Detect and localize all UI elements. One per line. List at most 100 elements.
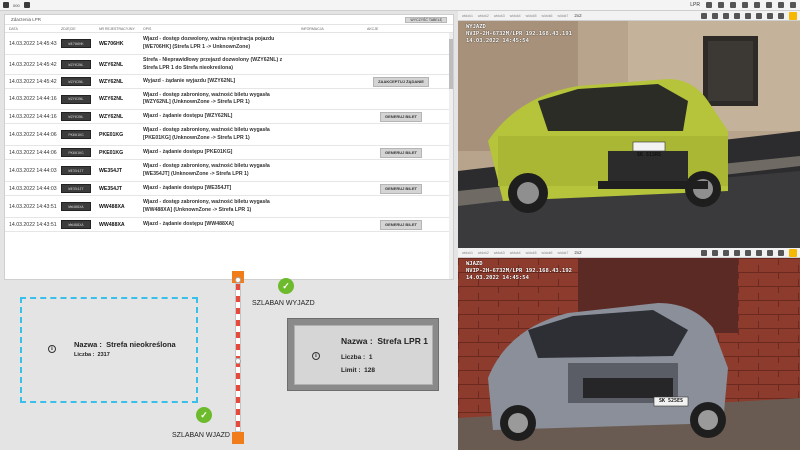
snapshot-icon[interactable] [756, 12, 762, 19]
volume-icon[interactable] [745, 12, 751, 19]
event-row[interactable]: 14.03.2022 14:44:03 WE354JT WE354JT Wjazd -… [5, 182, 453, 196]
column-date[interactable]: DATA [5, 27, 61, 31]
column-actions[interactable]: AKCJE [367, 27, 447, 31]
event-photo[interactable]: WZY62NL [61, 60, 99, 69]
view-tab[interactable]: widok2 [478, 251, 489, 255]
event-action-button[interactable]: ZAAKCEPTUJ ŻĄDANIE [373, 76, 429, 87]
entry-barrier-arm[interactable] [235, 360, 241, 432]
menu-icon[interactable] [23, 2, 30, 8]
lpr-view-icon[interactable] [789, 248, 797, 257]
grid-icon[interactable] [706, 2, 712, 8]
settings-icon[interactable] [778, 12, 784, 19]
plate-photo[interactable]: PK601KG [61, 148, 91, 157]
event-photo[interactable]: WW488XA [61, 202, 99, 211]
volume-icon[interactable] [745, 249, 751, 256]
exit-barrier-arm[interactable] [235, 283, 241, 359]
event-photo[interactable]: WE706HK [61, 39, 99, 48]
event-row[interactable]: 14.03.2022 14:45:42 WZY62NL WZY62NL Wyjazd … [5, 75, 453, 89]
chevron-down-icon[interactable] [701, 12, 707, 19]
close-icon[interactable] [790, 2, 796, 8]
scrollbar-thumb[interactable] [449, 39, 453, 89]
plate-photo[interactable]: WW488XA [61, 220, 91, 229]
user-icon[interactable] [754, 2, 760, 8]
chart-icon[interactable] [742, 2, 748, 8]
plate-photo[interactable]: WZY62NL [61, 94, 91, 104]
event-photo[interactable]: WZY62NL [61, 94, 99, 104]
event-action-button[interactable]: GENERUJ BILET [379, 111, 422, 122]
play-icon[interactable] [723, 249, 729, 256]
event-photo[interactable]: PK601KG [61, 130, 99, 139]
zone-unknown-area[interactable] [20, 297, 198, 403]
plate-photo[interactable]: WE706HK [61, 39, 91, 48]
rewind-icon[interactable] [712, 249, 718, 256]
view-tab[interactable]: widok4 [510, 251, 521, 255]
plate-photo[interactable]: WZY62NL [61, 60, 91, 69]
layout-selector[interactable]: 2x2 [574, 13, 581, 18]
event-row[interactable]: 14.03.2022 14:43:51 WW488XA WW488XA Wjazd -… [5, 218, 453, 232]
event-photo[interactable]: PK601KG [61, 148, 99, 157]
column-info[interactable]: INFORMACJA [301, 27, 367, 31]
event-action-button[interactable]: GENERUJ BILET [379, 183, 422, 194]
view-tab[interactable]: widok4 [510, 14, 521, 18]
event-row[interactable]: 14.03.2022 14:44:16 WZY62NL WZY62NL Wjazd -… [5, 89, 453, 110]
event-row[interactable]: 14.03.2022 14:44:03 WE354JT WE354JT Wjazd -… [5, 160, 453, 182]
view-tab[interactable]: widok7 [557, 14, 568, 18]
forward-icon[interactable] [734, 249, 740, 256]
event-photo[interactable]: WZY62NL [61, 112, 99, 121]
chevron-down-icon[interactable] [701, 249, 707, 256]
event-action-button[interactable]: GENERUJ BILET [379, 147, 422, 158]
gear-icon[interactable] [766, 2, 772, 8]
event-row[interactable]: 14.03.2022 14:45:43 WE706HK WE706HK Wjazd -… [5, 33, 453, 55]
clear-table-button[interactable]: WYCZYŚĆ TABELĘ [405, 17, 447, 23]
info-icon[interactable]: i [312, 352, 320, 360]
event-row[interactable]: 14.03.2022 14:45:42 WZY62NL WZY62NL Strefa … [5, 55, 453, 75]
view-tab[interactable]: widok5 [526, 251, 537, 255]
folder-icon[interactable] [730, 2, 736, 8]
save-icon[interactable] [718, 2, 724, 8]
view-tab[interactable]: widok2 [478, 14, 489, 18]
play-icon[interactable] [723, 12, 729, 19]
event-photo[interactable]: WE354JT [61, 184, 99, 193]
view-tab[interactable]: widok3 [494, 251, 505, 255]
lpr-view-icon[interactable] [789, 11, 797, 20]
plate-photo[interactable]: WZY62NL [61, 77, 91, 86]
plate-photo[interactable]: WE354JT [61, 166, 91, 175]
event-row[interactable]: 14.03.2022 14:44:06 PK601KG PKE01KG Wjazd -… [5, 146, 453, 160]
window-icon[interactable] [778, 2, 784, 8]
forward-icon[interactable] [734, 12, 740, 19]
column-description[interactable]: OPIS [143, 27, 301, 31]
camera-2-view[interactable]: SK 525ES WJAZD NVIP-2H-6732M/LPR 192.168… [458, 258, 800, 450]
settings-icon[interactable] [778, 249, 784, 256]
zone-lpr1-area[interactable]: i Nazwa : Strefa LPR 1 Liczba : 1 Limit … [287, 318, 439, 391]
event-row[interactable]: 14.03.2022 14:44:16 WZY62NL WZY62NL Wjazd -… [5, 110, 453, 124]
event-action-button[interactable]: GENERUJ BILET [379, 219, 422, 230]
event-row[interactable]: 14.03.2022 14:43:51 WW488XA WW488XA Wjazd -… [5, 196, 453, 218]
camera-1-view[interactable]: SK 515RS WYJAZD NVIP-2H-6732M/LPR 192.16… [458, 21, 800, 248]
plate-photo[interactable]: WE354JT [61, 184, 91, 193]
view-tab[interactable]: widok3 [494, 14, 505, 18]
event-photo[interactable]: WW488XA [61, 220, 99, 229]
view-tab[interactable]: widok1 [462, 251, 473, 255]
home-icon[interactable] [3, 2, 9, 8]
record-icon[interactable] [767, 249, 773, 256]
column-plate[interactable]: NR REJESTRACYJNY [99, 27, 143, 31]
record-icon[interactable] [767, 12, 773, 19]
info-icon[interactable]: i [48, 345, 56, 353]
view-tab[interactable]: widok1 [462, 14, 473, 18]
layout-selector[interactable]: 2x2 [574, 250, 581, 255]
rewind-icon[interactable] [712, 12, 718, 19]
view-tab[interactable]: widok5 [526, 14, 537, 18]
column-photo[interactable]: ZDJĘCIE [61, 27, 99, 31]
plate-photo[interactable]: WZY62NL [61, 112, 91, 121]
view-tab[interactable]: widok7 [557, 251, 568, 255]
event-row[interactable]: 14.03.2022 14:44:06 PK601KG PKE01KG Wjazd -… [5, 124, 453, 146]
plate-photo[interactable]: WW488XA [61, 202, 91, 211]
view-tab[interactable]: widok6 [542, 14, 553, 18]
snapshot-icon[interactable] [756, 249, 762, 256]
events-scrollbar[interactable] [449, 33, 453, 279]
plate-photo[interactable]: PK601KG [61, 130, 91, 139]
event-photo[interactable]: WE354JT [61, 166, 99, 175]
view-tab[interactable]: widok6 [542, 251, 553, 255]
event-photo[interactable]: WZY62NL [61, 77, 99, 86]
entry-status-check-icon: ✓ [196, 407, 212, 423]
